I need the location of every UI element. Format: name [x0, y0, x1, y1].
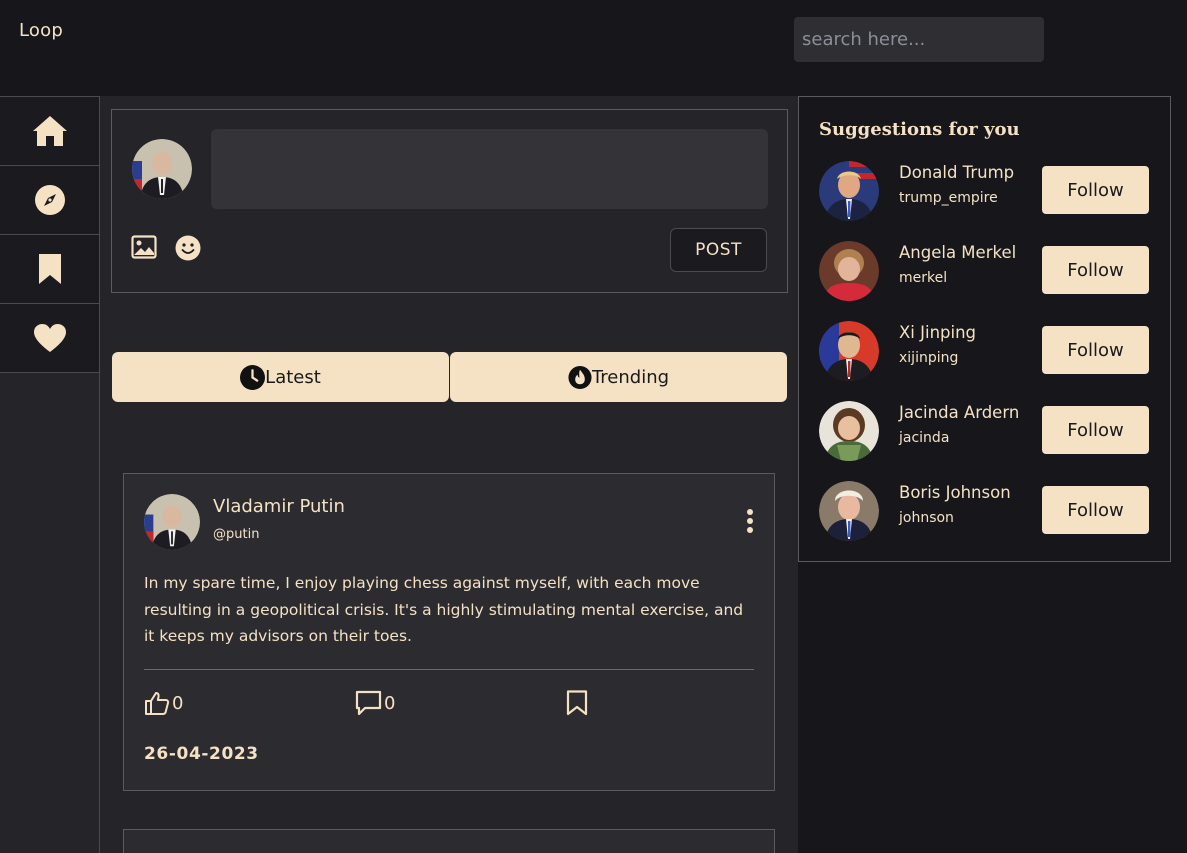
- post-author-avatar[interactable]: [144, 494, 200, 550]
- post-button[interactable]: POST: [670, 228, 767, 272]
- post-author-handle[interactable]: @putin: [213, 527, 259, 542]
- suggestion-handle: merkel: [899, 270, 948, 286]
- suggestion-name[interactable]: Angela Merkel: [899, 243, 1016, 262]
- suggestion-avatar[interactable]: [819, 161, 879, 221]
- compass-icon: [34, 185, 65, 215]
- comment-button[interactable]: 0: [355, 690, 395, 716]
- suggestion-item: Donald Trump trump_empire Follow: [819, 161, 1159, 221]
- user-avatar[interactable]: [132, 139, 192, 199]
- suggestion-item: Xi Jinping xijinping Follow: [819, 321, 1159, 381]
- suggestion-avatar[interactable]: [819, 481, 879, 541]
- fire-icon: [568, 365, 592, 389]
- post-date: 26-04-2023: [144, 744, 259, 764]
- suggestion-handle: xijinping: [899, 350, 959, 366]
- follow-button[interactable]: Follow: [1042, 326, 1149, 374]
- heart-icon: [33, 324, 66, 352]
- search-input[interactable]: [794, 17, 1044, 62]
- post-card: Vladamir Putin @putin In my spare time, …: [123, 473, 775, 791]
- sidebar-item-home[interactable]: [0, 96, 99, 166]
- post-author-name[interactable]: Vladamir Putin: [213, 496, 345, 517]
- suggestion-handle: jacinda: [899, 430, 950, 446]
- suggestion-item: Angela Merkel merkel Follow: [819, 241, 1159, 301]
- follow-button[interactable]: Follow: [1042, 406, 1149, 454]
- post-text: In my spare time, I enjoy playing chess …: [144, 574, 744, 645]
- main-feed: POST Latest Trending Vladamir Putin @put…: [100, 96, 798, 853]
- tab-trending-label: Trending: [591, 366, 670, 388]
- top-bar: Loop: [0, 0, 1187, 96]
- sidebar-item-liked[interactable]: [0, 303, 99, 373]
- comment-count: 0: [384, 692, 396, 714]
- suggestion-avatar[interactable]: [819, 321, 879, 381]
- emoji-icon[interactable]: [175, 235, 201, 261]
- sidebar-item-explore[interactable]: [0, 165, 99, 235]
- follow-button[interactable]: Follow: [1042, 246, 1149, 294]
- suggestion-name[interactable]: Donald Trump: [899, 163, 1014, 182]
- suggestion-name[interactable]: Jacinda Ardern: [899, 403, 1019, 422]
- image-upload-icon[interactable]: [131, 235, 157, 259]
- feed-tabs: Latest Trending: [112, 352, 787, 402]
- suggestion-handle: johnson: [899, 510, 954, 526]
- like-button[interactable]: 0: [144, 690, 183, 716]
- suggestion-item: Jacinda Ardern jacinda Follow: [819, 401, 1159, 461]
- more-options-icon[interactable]: [744, 508, 756, 534]
- tab-latest-label: Latest: [265, 366, 321, 388]
- app-logo[interactable]: Loop: [19, 20, 63, 41]
- post-text-input[interactable]: [211, 129, 768, 209]
- bookmark-outline-icon: [566, 690, 588, 716]
- bookmark-icon: [38, 254, 61, 284]
- save-post-button[interactable]: [566, 690, 588, 716]
- suggestion-name[interactable]: Boris Johnson: [899, 483, 1011, 502]
- sidebar-item-bookmarks[interactable]: [0, 234, 99, 304]
- thumbs-up-icon: [145, 692, 170, 715]
- tab-latest[interactable]: Latest: [112, 352, 449, 402]
- follow-button[interactable]: Follow: [1042, 166, 1149, 214]
- suggestion-avatar[interactable]: [819, 401, 879, 461]
- home-icon: [32, 116, 67, 146]
- tab-trending[interactable]: Trending: [450, 352, 787, 402]
- suggestion-item: Boris Johnson johnson Follow: [819, 481, 1159, 541]
- suggestions-title: Suggestions for you: [819, 119, 1020, 140]
- post-card: [123, 829, 775, 853]
- post-author-avatar[interactable]: [144, 848, 200, 853]
- post-composer: POST: [111, 109, 788, 293]
- comment-icon: [355, 690, 382, 716]
- suggestion-name[interactable]: Xi Jinping: [899, 323, 976, 342]
- suggestion-avatar[interactable]: [819, 241, 879, 301]
- suggestions-panel: Suggestions for you Donald Trump trump_e…: [798, 96, 1171, 562]
- like-count: 0: [172, 692, 184, 714]
- sidebar: [0, 96, 100, 853]
- clock-icon: [240, 364, 266, 390]
- post-divider: [144, 669, 754, 670]
- suggestion-handle: trump_empire: [899, 190, 998, 206]
- follow-button[interactable]: Follow: [1042, 486, 1149, 534]
